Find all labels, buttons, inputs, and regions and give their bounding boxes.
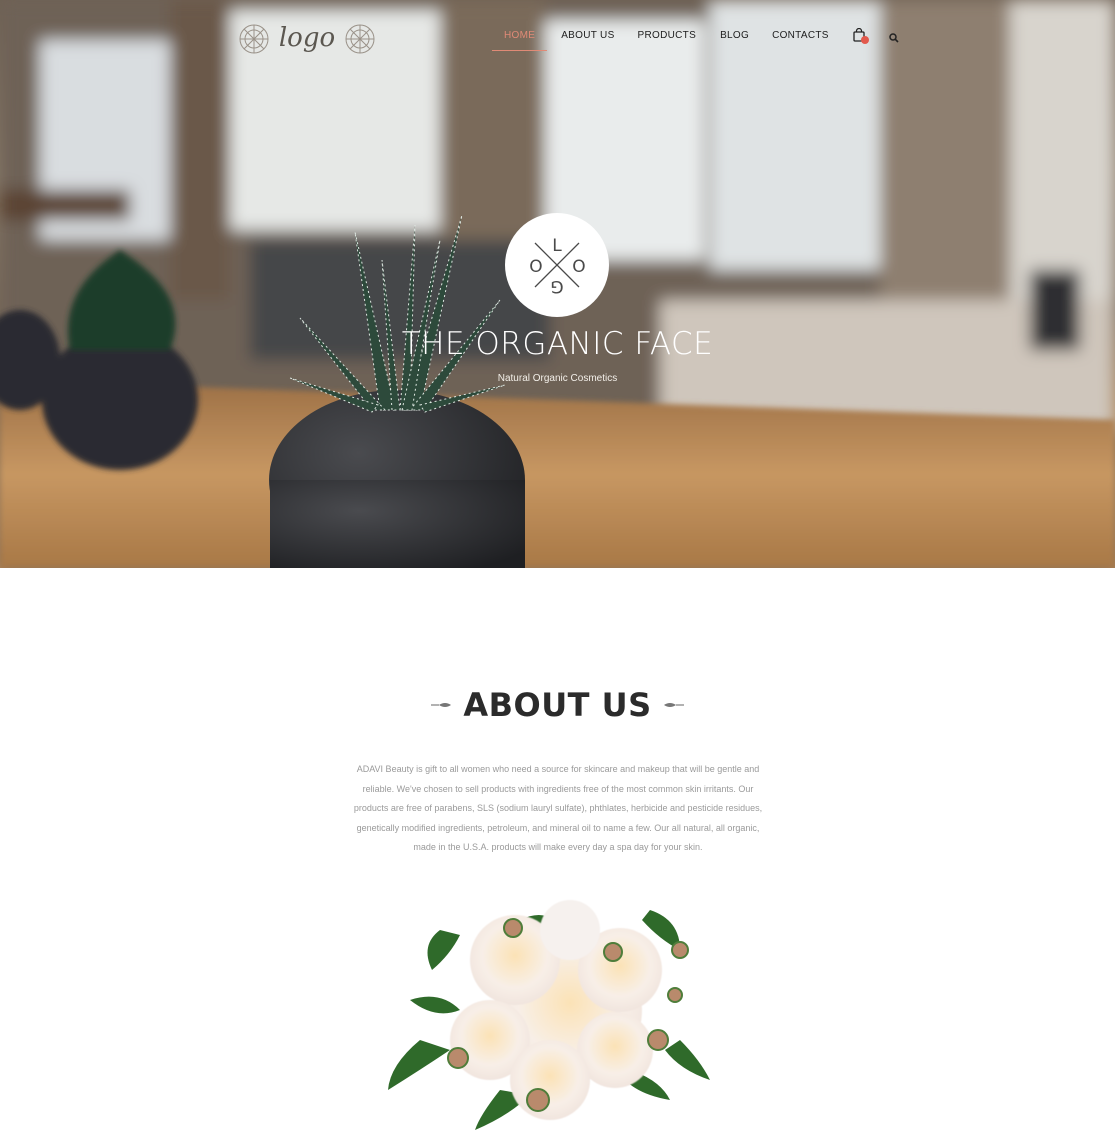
peony-bouquet-image (388, 900, 710, 1130)
svg-text:G: G (550, 276, 563, 296)
logo-text: logo (279, 23, 335, 53)
nav-contacts[interactable]: CONTACTS (772, 21, 829, 51)
nav-home[interactable]: HOME (492, 21, 548, 51)
about-paragraph: ADAVI Beauty is gift to all women who ne… (353, 764, 763, 853)
main-nav: HOME ABOUT US PRODUCTS BLOG CONTACTS (492, 20, 901, 52)
search-button[interactable] (888, 30, 901, 43)
cart-button[interactable] (853, 27, 869, 44)
cart-count-badge (860, 36, 869, 44)
right-ornament-icon (663, 703, 684, 707)
site-logo[interactable]: logo (236, 14, 378, 64)
nav-products[interactable]: PRODUCTS (638, 21, 697, 51)
hero-subtitle: Natural Organic Cosmetics (497, 373, 618, 384)
hero-banner: logo HOME ABOUT US PRODUCTS BLOG CONTACT… (0, 0, 1115, 568)
svg-text:L: L (552, 236, 562, 256)
about-title: ABOUT US (463, 686, 652, 724)
hero-logo-badge: L O G O (505, 213, 609, 317)
svg-text:O: O (572, 257, 585, 277)
about-heading: ABOUT US (0, 683, 1115, 727)
nav-about-us[interactable]: ABOUT US (561, 21, 614, 51)
logo-monogram-icon: L O G O (529, 236, 585, 296)
search-icon (888, 33, 899, 43)
hero-title: THE ORGANIC FACE (401, 326, 714, 362)
svg-text:O: O (529, 257, 542, 277)
left-ornament-icon (431, 703, 452, 707)
nav-blog[interactable]: BLOG (720, 21, 749, 51)
